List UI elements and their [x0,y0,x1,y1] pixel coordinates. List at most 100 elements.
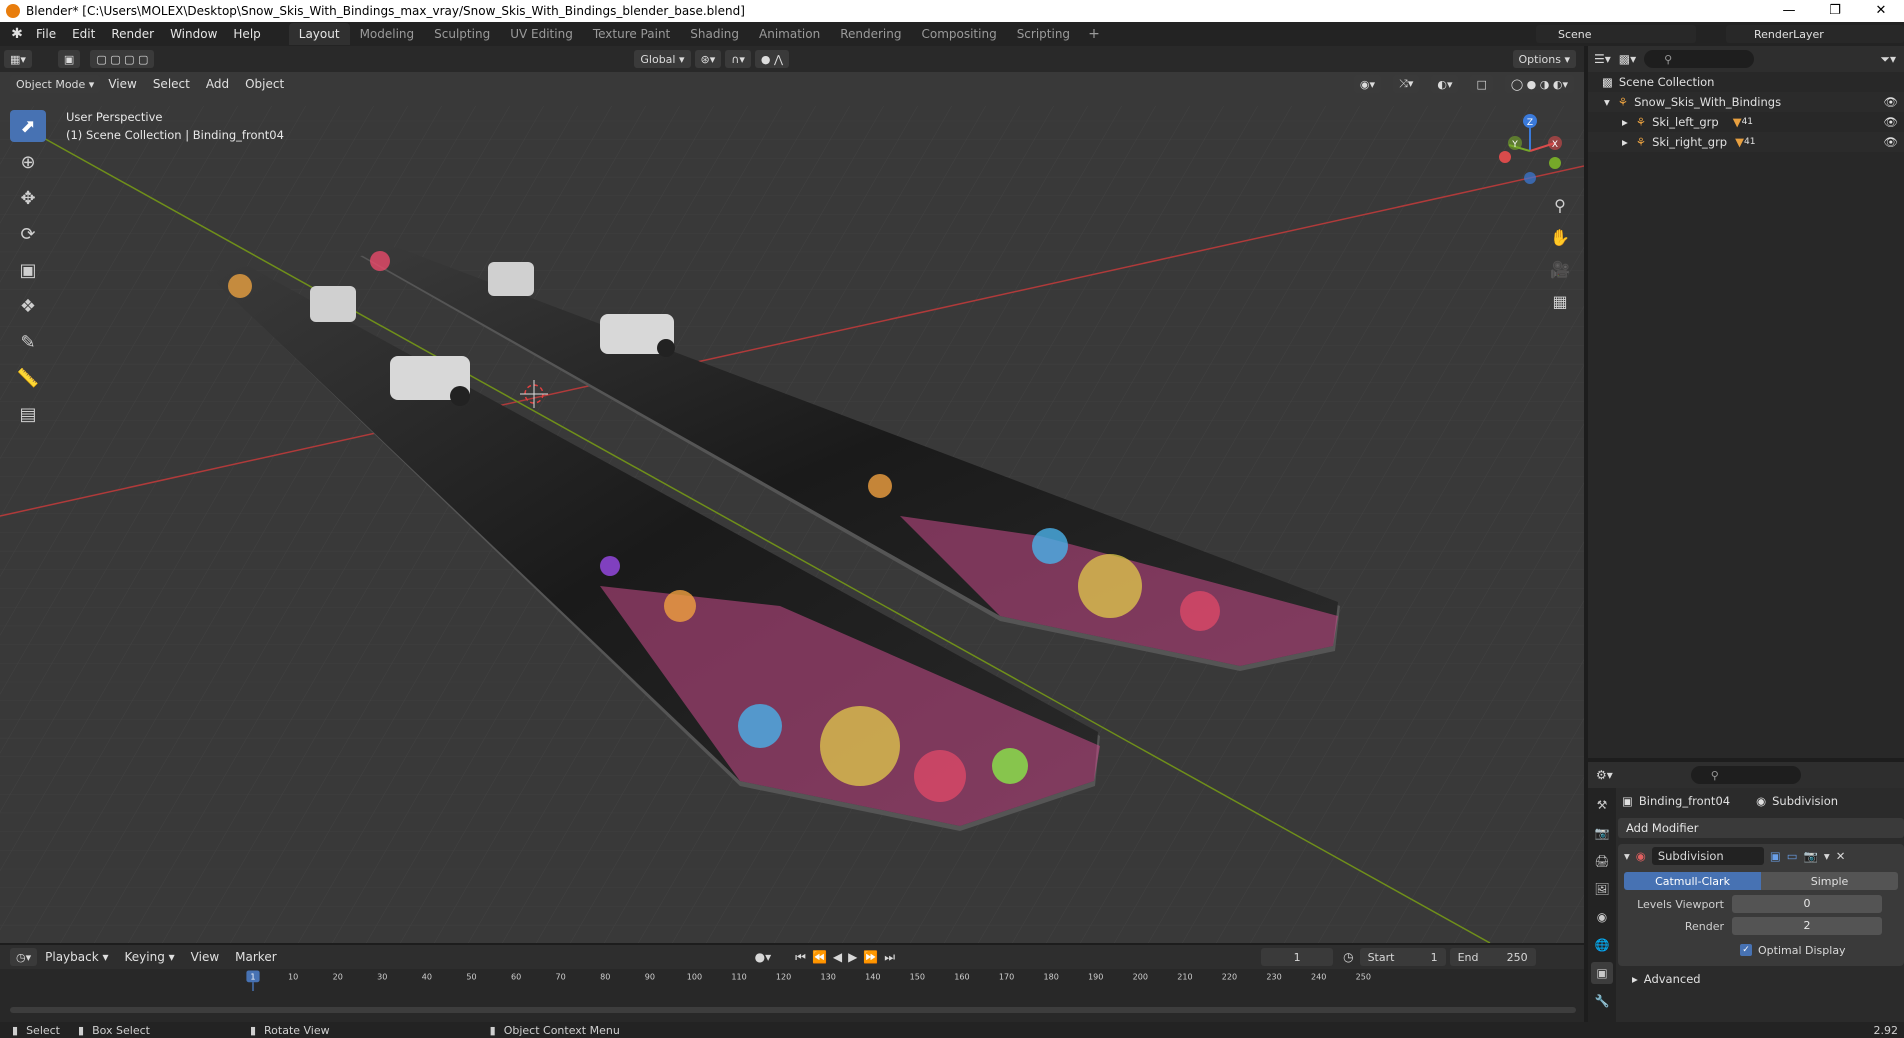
proportional-edit-icon[interactable]: ● ⋀ [754,50,789,68]
viewport-menu-object[interactable]: Object [237,77,292,91]
expand-toggle-icon[interactable]: ▸ [1622,135,1628,149]
shading-modes-icon[interactable]: ◯ ● ◑ ◐▾ [1504,75,1574,93]
advanced-subpanel[interactable]: ▸ Advanced [1618,966,1904,992]
outliner-search-input[interactable]: ⚲ [1644,50,1755,68]
3d-viewport[interactable]: ▦▾ ▣ ▢ ▢ ▢ ▢ Global ▾ ⊛▾ ∩▾ ● ⋀ Options … [0,46,1584,943]
tab-shading[interactable]: Shading [680,23,749,45]
playback-controls[interactable]: ⏮⏪◀▶⏩⏭ [795,950,901,965]
modifier-menu-icon[interactable]: ▾ [1824,849,1830,863]
close-window-button[interactable]: ✕ [1858,0,1904,22]
filter-icon[interactable]: ⏷▾ [1880,52,1896,67]
add-cube-tool-icon[interactable]: ▤ [10,398,46,430]
tab-sculpting[interactable]: Sculpting [424,23,500,45]
modifier-tab-icon[interactable]: 🔧 [1591,990,1613,1012]
transform-tool-icon[interactable]: ❖ [10,290,46,322]
output-tab-icon[interactable]: 🖨 [1591,850,1613,872]
pivot-point-icon[interactable]: ⊛▾ [694,50,722,68]
render-levels-field[interactable]: 2 [1732,917,1882,935]
tab-scripting[interactable]: Scripting [1007,23,1080,45]
tool-tab-icon[interactable]: ⚒ [1591,794,1613,816]
add-modifier-button[interactable]: Add Modifier [1618,818,1904,838]
cursor-tool-icon[interactable]: ⊕ [10,146,46,178]
outliner-row-snow-skis[interactable]: ▾ ⚘ Snow_Skis_With_Bindings 👁 [1588,92,1904,112]
menu-window[interactable]: Window [162,22,225,46]
tab-compositing[interactable]: Compositing [911,23,1006,45]
viewport-menu-view[interactable]: View [100,77,144,91]
transform-orientation-select[interactable]: Global ▾ [634,50,691,68]
rotate-tool-icon[interactable]: ⟳ [10,218,46,250]
ortho-grid-icon[interactable]: ▦ [1548,290,1572,312]
expand-toggle-icon[interactable]: ▸ [1622,115,1628,129]
display-mode-icon[interactable]: ▩▾ [1619,52,1636,66]
properties-editor-icon[interactable]: ⚙▾ [1596,768,1613,782]
visibility-eye-icon[interactable]: 👁 [1883,135,1898,149]
outliner-row-ski-right[interactable]: ▸ ⚘ Ski_right_grp ▼ 41 👁 [1588,132,1904,152]
remove-modifier-icon[interactable]: ✕ [1836,849,1846,863]
viewport-menu-add[interactable]: Add [198,77,237,91]
outliner-row-ski-left[interactable]: ▸ ⚘ Ski_left_grp ▼ 41 👁 [1588,112,1904,132]
tab-modeling[interactable]: Modeling [350,23,425,45]
select-box-tool-icon[interactable]: ⬈ [10,110,46,142]
tab-layout[interactable]: Layout [288,23,350,45]
visibility-eye-icon[interactable]: 👁 [1883,95,1898,109]
render-toggle-icon[interactable]: 📷 [1804,849,1818,863]
outliner-editor-icon[interactable]: ☰▾ [1594,52,1611,66]
select-modes-icon[interactable]: ▢ ▢ ▢ ▢ [90,50,155,68]
view-layer-tab-icon[interactable]: 🖼 [1591,878,1613,900]
move-tool-icon[interactable]: ✥ [10,182,46,214]
timeline-menu-keying[interactable]: Keying ▾ [117,950,183,964]
overlays-icon[interactable]: ◐▾ [1431,75,1459,93]
zoom-icon[interactable]: ⚲ [1548,194,1572,216]
timeline-editor-icon[interactable]: ◷▾ [10,948,38,966]
select-mode-icon[interactable]: ▣ [57,50,81,68]
render-layer-selector[interactable]: RenderLayer [1726,25,1904,43]
camera-view-icon[interactable]: 🎥 [1548,258,1572,280]
menu-edit[interactable]: Edit [64,22,103,46]
current-frame-field[interactable]: 1 [1261,948,1334,966]
scene-selector[interactable]: Scene [1536,25,1696,43]
scale-tool-icon[interactable]: ▣ [10,254,46,286]
timeline-ruler[interactable]: 1 10 20 30 40 50 60 70 80 90 100 110 120 130 140 150 160… [0,969,1584,991]
end-frame-field[interactable]: End 250 [1449,948,1536,966]
pan-hand-icon[interactable]: ✋ [1548,226,1572,248]
xray-icon[interactable]: □ [1470,75,1493,93]
scene-tab-icon[interactable]: ◉ [1591,906,1613,928]
catmull-clark-button[interactable]: Catmull-Clark [1624,872,1761,890]
annotate-tool-icon[interactable]: ✎ [10,326,46,358]
object-mode-select[interactable]: Object Mode ▾ [10,75,101,93]
edit-mode-toggle-icon[interactable]: ▣ [1770,849,1781,863]
gizmo-toggle-icon[interactable]: ⤨▾ [1393,75,1420,93]
object-tab-icon[interactable]: ▣ [1591,962,1613,984]
menu-render[interactable]: Render [103,22,162,46]
preview-range-icon[interactable]: ◷ [1343,950,1353,964]
simple-button[interactable]: Simple [1761,872,1898,890]
world-tab-icon[interactable]: 🌐 [1591,934,1613,956]
blender-menu-icon[interactable]: ✱ [6,26,28,42]
auto-keying-icon[interactable]: ●▾ [755,950,772,964]
snap-icon[interactable]: ∩▾ [725,50,751,68]
collapse-toggle-icon[interactable]: ▾ [1624,849,1630,863]
start-frame-field[interactable]: Start 1 [1359,948,1446,966]
realtime-toggle-icon[interactable]: ▭ [1787,849,1798,863]
measure-tool-icon[interactable]: 📏 [10,362,46,394]
options-dropdown[interactable]: Options ▾ [1512,50,1576,68]
tab-animation[interactable]: Animation [749,23,830,45]
optimal-display-checkbox[interactable]: ✓ [1740,944,1752,956]
timeline-scrollbar[interactable] [10,1007,1576,1013]
timeline-menu-view[interactable]: View [183,950,227,964]
modifier-name-input[interactable]: Subdivision [1651,847,1764,865]
add-workspace-icon[interactable]: + [1080,23,1108,45]
viewport-menu-select[interactable]: Select [145,77,198,91]
tab-texture-paint[interactable]: Texture Paint [583,23,680,45]
render-tab-icon[interactable]: 📷 [1591,822,1613,844]
menu-file[interactable]: File [28,22,64,46]
visibility-icon[interactable]: ◉▾ [1353,75,1382,93]
outliner-row-scene-collection[interactable]: ▩ Scene Collection [1588,72,1904,92]
navigation-gizmo[interactable]: Z X Y [1495,111,1565,186]
menu-help[interactable]: Help [225,22,268,46]
expand-toggle-icon[interactable]: ▾ [1604,95,1610,109]
visibility-eye-icon[interactable]: 👁 [1883,115,1898,129]
tab-uv-editing[interactable]: UV Editing [500,23,583,45]
timeline-menu-marker[interactable]: Marker [227,950,284,964]
properties-search-input[interactable]: ⚲ [1690,766,1801,784]
